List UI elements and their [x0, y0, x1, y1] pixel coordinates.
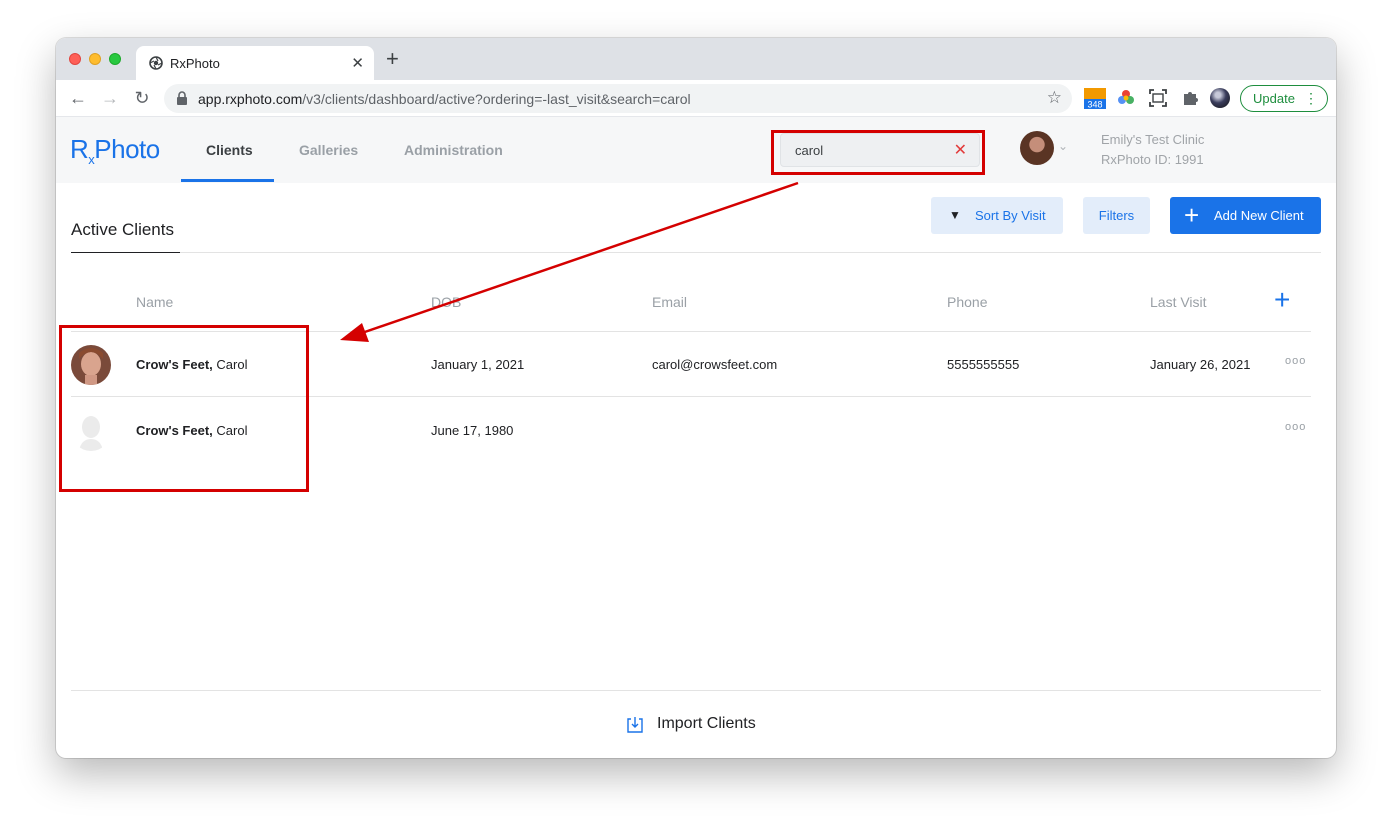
more-menu-icon[interactable]: ⋮	[1304, 86, 1318, 111]
sort-label: Sort By Visit	[975, 208, 1046, 223]
logo-prefix: R	[70, 134, 89, 164]
annotation-box-search	[771, 130, 985, 175]
logo-suffix: Photo	[94, 134, 160, 164]
rxphoto-favicon-icon	[149, 56, 163, 70]
client-dob: January 1, 2021	[431, 357, 525, 372]
import-label: Import Clients	[657, 715, 756, 732]
close-window-button[interactable]	[69, 53, 81, 65]
tab-administration[interactable]: Administration	[404, 142, 503, 158]
rxphoto-logo[interactable]: RxPhoto	[70, 134, 160, 167]
sort-by-visit-button[interactable]: ▼ Sort By Visit	[931, 197, 1063, 234]
app-header: RxPhoto Clients Galleries Administration…	[56, 117, 1336, 183]
forward-arrow-icon[interactable]: →	[100, 88, 120, 108]
url-host: app.rxphoto.com	[198, 91, 303, 107]
filters-button[interactable]: Filters	[1083, 197, 1150, 234]
row-more-icon[interactable]: ooo	[1285, 421, 1306, 433]
update-label: Update	[1253, 91, 1295, 106]
address-bar[interactable]: app.rxphoto.com/v3/clients/dashboard/act…	[164, 84, 1072, 113]
chevron-down-icon: ▼	[949, 208, 961, 222]
url-path: /v3/clients/dashboard/active?ordering=-l…	[302, 91, 691, 107]
update-button[interactable]: Update ⋮	[1240, 85, 1328, 112]
user-avatar[interactable]	[1020, 131, 1054, 165]
column-header-email[interactable]: Email	[652, 294, 687, 310]
add-new-client-button[interactable]: + Add New Client	[1170, 197, 1321, 234]
profile-avatar-icon[interactable]	[1210, 88, 1230, 108]
plus-icon: +	[1184, 200, 1200, 230]
tab-strip: RxPhoto ✕ +	[56, 38, 1336, 80]
clinic-id: RxPhoto ID: 1991	[1101, 152, 1204, 167]
new-tab-icon[interactable]: +	[386, 48, 399, 70]
browser-tab[interactable]: RxPhoto ✕	[136, 46, 374, 80]
client-email: carol@crowsfeet.com	[652, 357, 778, 372]
lock-icon	[177, 91, 187, 105]
active-tab-indicator	[181, 179, 274, 182]
client-dob: June 17, 1980	[431, 423, 514, 438]
color-wheel-extension-icon[interactable]	[1116, 88, 1136, 108]
client-phone: 5555555555	[947, 357, 1020, 372]
add-column-plus-icon[interactable]: +	[1274, 284, 1290, 316]
column-header-last-visit[interactable]: Last Visit	[1150, 294, 1207, 310]
page-title: Active Clients	[71, 220, 174, 239]
title-divider	[71, 252, 1321, 253]
column-header-name[interactable]: Name	[136, 294, 173, 310]
extension-badge-count: 348	[1087, 100, 1102, 110]
column-header-dob[interactable]: DOB	[431, 294, 461, 310]
minimize-window-button[interactable]	[89, 53, 101, 65]
reload-icon[interactable]: ↻	[132, 88, 152, 108]
tab-title: RxPhoto	[170, 56, 220, 71]
clinic-name: Emily's Test Clinic	[1101, 132, 1205, 147]
title-underline	[71, 252, 180, 253]
chevron-down-icon[interactable]: ⌄	[1058, 139, 1068, 153]
import-icon	[627, 717, 643, 733]
back-arrow-icon[interactable]: ←	[68, 88, 88, 108]
client-last-visit: January 26, 2021	[1150, 357, 1251, 372]
extension-badge-icon[interactable]: 348	[1084, 88, 1106, 110]
screenshot-extension-icon[interactable]	[1148, 88, 1168, 108]
tab-close-icon[interactable]: ✕	[351, 54, 364, 72]
puzzle-extensions-icon[interactable]	[1180, 88, 1200, 108]
annotation-box-results	[59, 325, 309, 492]
zoom-window-button[interactable]	[109, 53, 121, 65]
browser-window: RxPhoto ✕ + ← → ↻ app.rxphoto.com/v3/cli…	[56, 38, 1336, 758]
url-text: app.rxphoto.com/v3/clients/dashboard/act…	[198, 91, 691, 107]
row-more-icon[interactable]: ooo	[1285, 355, 1306, 367]
tab-galleries[interactable]: Galleries	[299, 142, 358, 158]
tab-clients[interactable]: Clients	[206, 142, 253, 158]
add-client-label: Add New Client	[1214, 208, 1304, 223]
bookmark-star-icon[interactable]: ☆	[1047, 88, 1062, 108]
footer-divider	[71, 690, 1321, 691]
column-header-phone[interactable]: Phone	[947, 294, 987, 310]
browser-toolbar: ← → ↻ app.rxphoto.com/v3/clients/dashboa…	[56, 80, 1336, 117]
